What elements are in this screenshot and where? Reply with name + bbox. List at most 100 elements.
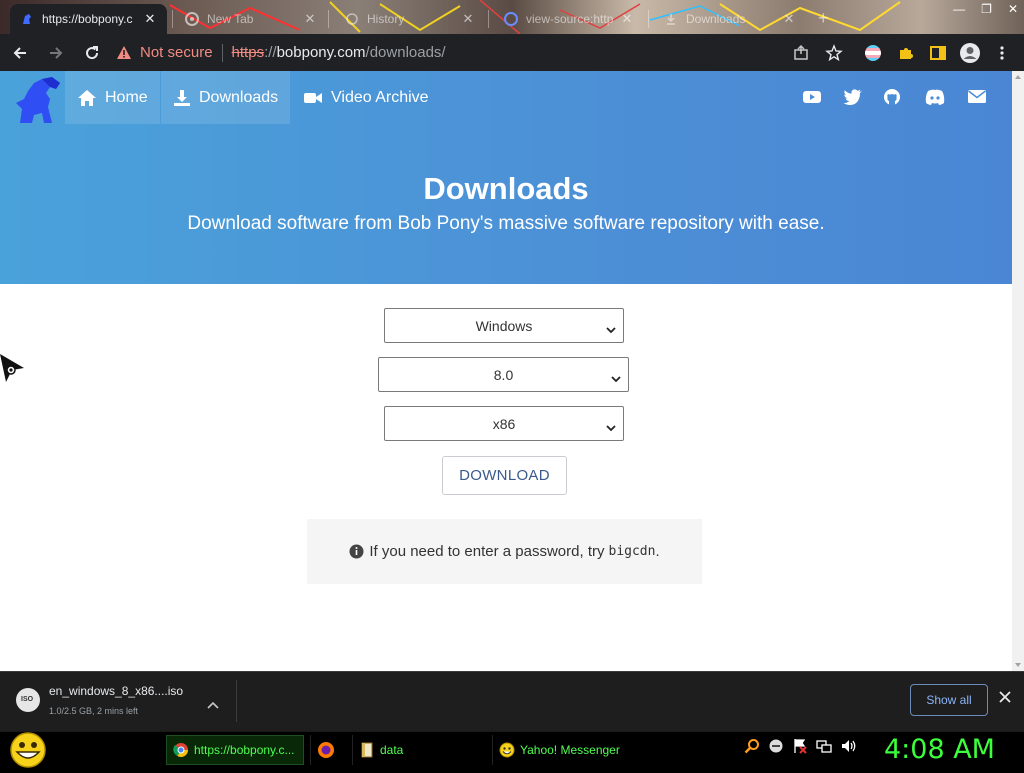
tab-downloads[interactable]: Downloads ✕ <box>654 4 806 34</box>
kebab-menu-icon <box>996 44 1008 62</box>
download-item[interactable]: ISO en_windows_8_x86....iso 1.0/2.5 GB, … <box>14 684 236 724</box>
address-bar[interactable]: Not secure https://bobpony.com/downloads… <box>110 37 855 68</box>
trans-flag-icon <box>864 44 882 62</box>
taskbar-item-chrome[interactable]: https://bobpony.c... <box>166 735 304 765</box>
puzzle-piece-icon <box>897 44 915 62</box>
os-select-value: Windows <box>475 317 533 334</box>
twitter-link[interactable] <box>843 88 863 111</box>
yahoo-messenger-icon <box>499 742 515 758</box>
mail-icon <box>968 90 986 103</box>
browser-menu-button[interactable] <box>996 34 1008 71</box>
github-icon <box>884 89 900 105</box>
taskbar-data-label: data <box>380 743 404 757</box>
system-tray <box>744 738 858 759</box>
twitter-icon <box>843 89 862 105</box>
os-select[interactable]: Windows <box>384 308 624 343</box>
chevron-down-icon <box>606 321 616 337</box>
url-host: bobpony.com <box>276 44 366 61</box>
scroll-up-icon[interactable] <box>1015 75 1021 79</box>
tab-title: New Tab <box>207 12 254 26</box>
reload-button[interactable] <box>76 37 108 69</box>
close-shelf-icon[interactable] <box>998 690 1012 709</box>
profile-avatar-icon <box>959 42 981 64</box>
profile-flag-button[interactable] <box>864 34 882 71</box>
site-navbar: Home Downloads Video Archive <box>0 71 1012 124</box>
taskbar-item-data-folder[interactable]: data <box>352 735 488 765</box>
tab-close-icon[interactable]: ✕ <box>303 11 317 27</box>
taskbar-item-yahoo-messenger[interactable]: Yahoo! Messenger <box>492 735 632 765</box>
back-button[interactable] <box>4 37 36 69</box>
forward-button[interactable] <box>40 37 72 69</box>
tab-close-icon[interactable]: ✕ <box>461 11 475 27</box>
youtube-link[interactable] <box>802 88 822 111</box>
url-separator: :// <box>264 44 277 61</box>
taskbar-clock[interactable]: 4:08 AM <box>884 734 995 765</box>
omnibox-separator <box>221 43 223 62</box>
star-icon <box>825 43 843 62</box>
download-filename: en_windows_8_x86....iso <box>49 684 184 698</box>
os-taskbar: https://bobpony.c... data Yahoo! Messeng… <box>0 731 1024 768</box>
reload-icon <box>83 44 101 62</box>
show-all-button[interactable]: Show all <box>910 684 988 716</box>
info-circle-icon <box>349 544 364 559</box>
download-options-caret-icon[interactable] <box>207 696 219 714</box>
side-panel-button[interactable] <box>929 34 947 71</box>
notice-end: . <box>655 543 660 560</box>
nav-home[interactable]: Home <box>65 71 160 124</box>
tab-close-icon[interactable]: ✕ <box>620 11 634 27</box>
share-button[interactable] <box>792 34 810 71</box>
page-title: Downloads <box>423 171 589 206</box>
messenger-status-icon[interactable] <box>768 738 784 759</box>
scroll-down-icon[interactable] <box>1015 663 1021 667</box>
back-arrow-icon <box>11 44 29 62</box>
bookmark-button[interactable] <box>825 34 843 71</box>
tab-close-icon[interactable]: ✕ <box>143 11 157 27</box>
iso-file-icon-label: ISO <box>21 696 34 703</box>
bobpony-logo[interactable] <box>12 75 62 130</box>
tab-history[interactable]: History ✕ <box>335 4 485 34</box>
profile-button[interactable] <box>959 34 981 71</box>
nav-downloads-label: Downloads <box>199 88 279 106</box>
extensions-button[interactable] <box>897 34 915 71</box>
nav-home-label: Home <box>105 88 148 106</box>
forward-arrow-icon <box>47 44 65 62</box>
nav-video-archive[interactable]: Video Archive <box>291 71 441 124</box>
version-select[interactable]: 8.0 <box>378 357 629 392</box>
new-tab-icon[interactable]: + <box>818 8 829 29</box>
minimize-icon[interactable]: — <box>953 2 965 16</box>
page-scrollbar[interactable] <box>1012 71 1024 671</box>
tab-new-tab[interactable]: New Tab ✕ <box>175 4 327 34</box>
discord-link[interactable] <box>924 88 946 111</box>
globe-favicon-icon <box>504 12 518 26</box>
discord-icon <box>925 89 945 105</box>
tab-title: view-source:http <box>526 12 614 26</box>
nav-video-archive-label: Video Archive <box>331 88 429 106</box>
window-controls: — ❐ ✕ <box>953 2 1018 16</box>
tab-separator <box>648 10 649 28</box>
action-center-flag-icon[interactable] <box>792 738 808 759</box>
restore-icon[interactable]: ❐ <box>981 2 992 16</box>
url-path: /downloads/ <box>365 44 446 61</box>
warning-triangle-icon[interactable] <box>116 45 132 61</box>
not-secure-label[interactable]: Not secure <box>140 44 213 61</box>
bobpony-favicon-icon <box>20 12 34 26</box>
tab-bobpony[interactable]: https://bobpony.c ✕ <box>10 4 167 34</box>
nav-downloads[interactable]: Downloads <box>161 71 291 124</box>
password-notice: If you need to enter a password, try big… <box>307 519 702 584</box>
search-icon[interactable] <box>744 738 760 759</box>
taskbar-item-firefox[interactable] <box>310 735 346 765</box>
close-window-icon[interactable]: ✕ <box>1008 2 1018 16</box>
start-button[interactable] <box>8 732 48 773</box>
download-status: 1.0/2.5 GB, 2 mins left <box>49 706 139 716</box>
web-page: Home Downloads Video Archive Downloads D… <box>0 71 1012 671</box>
github-link[interactable] <box>883 88 901 111</box>
downloads-favicon-icon <box>664 12 678 26</box>
tab-view-source[interactable]: view-source:http ✕ <box>494 4 644 34</box>
chrome-favicon-icon <box>185 12 199 26</box>
volume-icon[interactable] <box>840 738 858 759</box>
download-button[interactable]: DOWNLOAD <box>442 456 567 495</box>
architecture-select[interactable]: x86 <box>384 406 624 441</box>
email-link[interactable] <box>967 88 987 109</box>
network-icon[interactable] <box>816 738 832 759</box>
tab-close-icon[interactable]: ✕ <box>782 11 796 27</box>
